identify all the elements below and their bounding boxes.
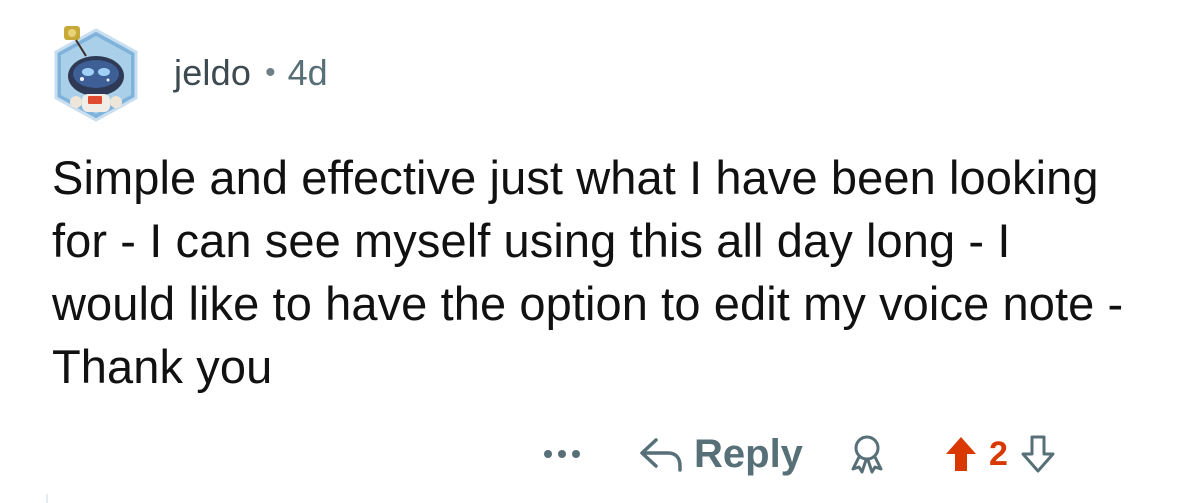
award-button[interactable] — [845, 432, 889, 476]
comment-header: jeldo • 4d — [48, 24, 328, 124]
upvote-arrow-icon[interactable] — [943, 434, 979, 474]
vote-controls: 2 — [943, 434, 1056, 474]
author-name[interactable]: jeldo — [174, 52, 251, 94]
thread-line — [46, 494, 48, 503]
meta-separator: • — [265, 56, 276, 89]
avatar[interactable] — [48, 24, 144, 124]
comment-body: Simple and effective just what I have be… — [52, 151, 1124, 393]
comment-age: 4d — [287, 52, 328, 93]
more-options-icon — [544, 450, 580, 458]
comment: jeldo • 4d Simple and effective just wha… — [0, 0, 1179, 503]
reply-button[interactable]: Reply — [638, 432, 803, 477]
vote-count: 2 — [988, 434, 1008, 473]
reply-label: Reply — [694, 431, 803, 476]
downvote-arrow-icon[interactable] — [1020, 434, 1056, 474]
award-icon — [851, 435, 883, 474]
comment-meta: jeldo • 4d — [174, 52, 328, 94]
comment-actions: Reply 2 — [540, 424, 1056, 484]
snoo-avatar-icon — [54, 26, 138, 122]
more-options-button[interactable] — [540, 434, 584, 474]
reply-arrow-icon — [640, 438, 682, 472]
